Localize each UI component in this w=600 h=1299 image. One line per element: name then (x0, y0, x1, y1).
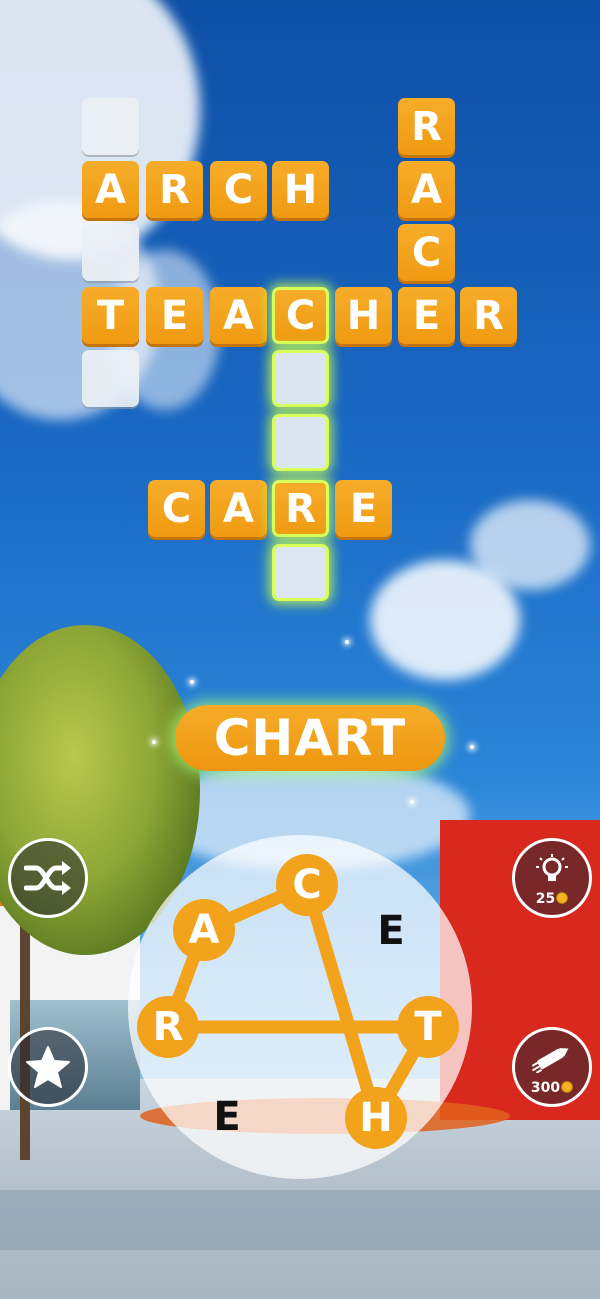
rocket-cost: 300 (515, 1080, 589, 1096)
wheel-letter[interactable]: A (173, 899, 235, 961)
sparkle (470, 745, 474, 749)
crossword-tile: C (272, 287, 329, 344)
crossword-empty-tile (272, 544, 329, 601)
crossword-tile: R (398, 98, 455, 155)
crossword-empty-tile (272, 414, 329, 471)
crossword-tile: H (272, 161, 329, 218)
wheel-letter[interactable]: R (137, 996, 199, 1058)
wheel-letter[interactable]: H (345, 1087, 407, 1149)
coin-icon (561, 1081, 574, 1093)
crossword-tile: A (210, 287, 267, 344)
crossword-tile: R (460, 287, 517, 344)
crossword-empty-tile (272, 350, 329, 407)
crossword-tile: C (398, 224, 455, 281)
crossword-tile: H (335, 287, 392, 344)
crossword-empty-tile (82, 224, 139, 281)
crossword-tile: A (82, 161, 139, 218)
rocket-cost-value: 300 (530, 1080, 561, 1096)
tree-trunk (20, 900, 30, 1160)
shuffle-icon (24, 861, 71, 895)
crossword-empty-tile (82, 350, 139, 407)
ground-shadow (0, 1190, 600, 1250)
crossword-tile: C (148, 480, 205, 537)
sparkle (190, 680, 194, 684)
crossword-tile: C (210, 161, 267, 218)
sparkle (345, 640, 349, 644)
coin-icon (556, 892, 569, 904)
hint-button[interactable]: 25 (512, 838, 592, 918)
sparkle (410, 800, 414, 804)
shuffle-button[interactable] (8, 838, 88, 918)
sparkle (152, 740, 156, 744)
crossword-tile: R (272, 480, 329, 537)
hint-cost: 25 (515, 891, 589, 907)
crossword-tile: A (210, 480, 267, 537)
crossword-empty-tile (82, 98, 139, 155)
crossword-tile: R (146, 161, 203, 218)
wheel-letter[interactable]: C (276, 854, 338, 916)
crossword-tile: T (82, 287, 139, 344)
cloud (470, 500, 590, 590)
wheel-letter[interactable]: E (360, 900, 422, 962)
wheel-letter[interactable]: E (196, 1086, 258, 1148)
favorite-button[interactable] (8, 1027, 88, 1107)
crossword-tile: E (398, 287, 455, 344)
rocket-button[interactable]: 300 (512, 1027, 592, 1107)
current-word-display: CHART (175, 705, 445, 771)
star-icon (26, 1046, 70, 1088)
crossword-tile: E (335, 480, 392, 537)
firework-rocket-icon (531, 1048, 569, 1073)
wheel-letter[interactable]: T (397, 996, 459, 1058)
crossword-tile: E (146, 287, 203, 344)
crossword-tile: A (398, 161, 455, 218)
hint-cost-value: 25 (535, 891, 556, 907)
lightbulb-icon (536, 854, 568, 881)
